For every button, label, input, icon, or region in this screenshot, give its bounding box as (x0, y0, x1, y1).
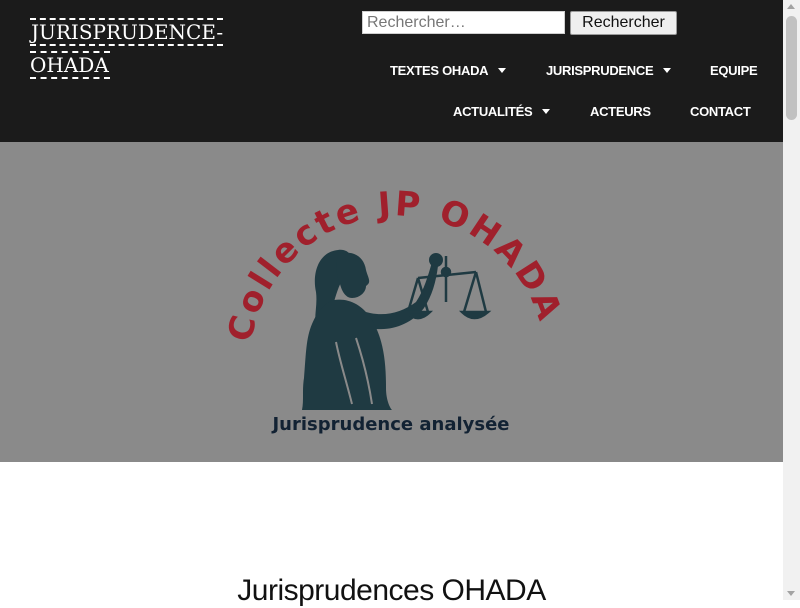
site-title: JURISPRUDENCE-OHADA (30, 18, 224, 79)
search-button[interactable]: Rechercher (570, 11, 677, 35)
nav-item-contact[interactable]: CONTACT (690, 104, 751, 119)
scroll-up-icon[interactable] (787, 4, 795, 9)
nav-label: JURISPRUDENCE (546, 63, 654, 78)
nav-item-equipe[interactable]: EQUIPE (710, 63, 758, 78)
chevron-down-icon (663, 68, 672, 74)
nav-item-actualites[interactable]: ACTUALITÉS (453, 104, 551, 119)
logo-caption: Jurisprudence analysée (270, 414, 509, 435)
lady-justice-figure (302, 249, 443, 410)
nav-label: ACTEURS (590, 104, 651, 119)
hero-logo: Collecte JP OHADA Jurisprudence analysée (220, 184, 567, 435)
nav-label: TEXTES OHADA (390, 63, 489, 78)
nav-label: EQUIPE (710, 63, 758, 78)
scrollbar-thumb[interactable] (786, 16, 797, 120)
vertical-scrollbar[interactable] (783, 0, 800, 600)
scroll-down-icon[interactable] (787, 591, 795, 596)
nav-item-jurisprudence[interactable]: JURISPRUDENCE (546, 63, 672, 78)
chevron-down-icon (498, 68, 507, 74)
hero-banner: Collecte JP OHADA Jurisprudence analysée (0, 142, 783, 462)
site-header: JURISPRUDENCE-OHADA Rechercher TEXTES OH… (0, 0, 783, 142)
page-title: Jurisprudences OHADA (237, 574, 546, 607)
chevron-down-icon (542, 109, 551, 115)
search-input[interactable] (362, 11, 565, 34)
site-title-link[interactable]: JURISPRUDENCE-OHADA (30, 16, 230, 82)
nav-item-acteurs[interactable]: ACTEURS (590, 104, 651, 119)
nav-item-textes-ohada[interactable]: TEXTES OHADA (390, 63, 507, 78)
nav-label: ACTUALITÉS (453, 104, 533, 119)
nav-label: CONTACT (690, 104, 751, 119)
